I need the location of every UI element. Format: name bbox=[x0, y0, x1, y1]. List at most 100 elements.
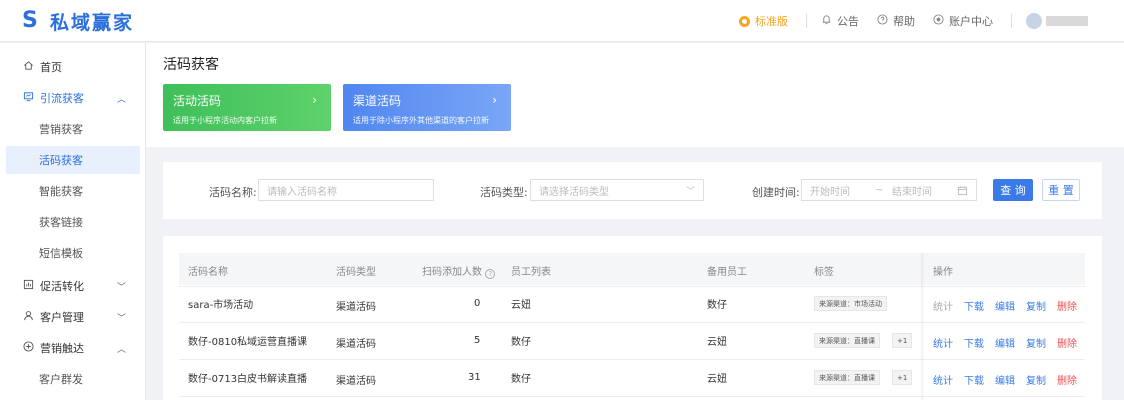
coin-icon bbox=[739, 15, 750, 27]
column-header-scan-count: 扫码添加人数 ? bbox=[422, 263, 496, 279]
fixed-column-shadow bbox=[921, 253, 925, 400]
top-nav: 标准版 公告 帮助 账户中心 bbox=[739, 0, 1124, 42]
copy-link[interactable]: 复制 bbox=[1026, 298, 1046, 313]
sidebar-subitem-sms-template[interactable]: 短信模板 bbox=[6, 239, 140, 267]
download-link[interactable]: 下载 bbox=[964, 372, 984, 387]
bell-icon bbox=[821, 14, 832, 28]
edition-badge[interactable]: 标准版 bbox=[739, 13, 788, 29]
sidebar-item-label: 首页 bbox=[40, 61, 62, 74]
avatar[interactable] bbox=[1026, 13, 1042, 29]
sidebar-item-home[interactable]: 首页 bbox=[0, 54, 146, 80]
delete-link[interactable]: 删除 bbox=[1057, 298, 1077, 313]
sidebar-subitem-smart-acquisition[interactable]: 智能获客 bbox=[6, 177, 140, 205]
type-filter-select[interactable]: 请选择活码类型 ﹀ bbox=[530, 179, 704, 201]
cell-staff: 云妞 bbox=[511, 300, 531, 311]
home-icon bbox=[22, 60, 34, 74]
cell-name: 数仔-0810私域运营直播课 bbox=[188, 337, 308, 348]
chevron-right-icon: › bbox=[492, 93, 497, 107]
app-logo[interactable]: S 私域赢家 bbox=[22, 8, 134, 34]
help-link[interactable]: 帮助 bbox=[877, 13, 915, 29]
delete-link[interactable]: 删除 bbox=[1057, 335, 1077, 350]
copy-link[interactable]: 复制 bbox=[1026, 335, 1046, 350]
row-divider bbox=[179, 359, 1085, 360]
activity-live-code-card[interactable]: 活动活码 适用于小程序活动内客户拉新 › bbox=[163, 84, 331, 131]
logo-text: 私域赢家 bbox=[50, 11, 135, 34]
sidebar-item-lead-acquisition[interactable]: 引流获客 ︿ bbox=[0, 85, 146, 111]
cell-name: 数仔-0713白皮书解读直播 bbox=[188, 374, 308, 385]
sidebar-item-customer-management[interactable]: 客户管理 ﹀ bbox=[0, 304, 146, 330]
cell-count: 0 bbox=[474, 298, 481, 309]
stats-link[interactable]: 统计 bbox=[933, 372, 953, 387]
logo-icon: S bbox=[22, 8, 38, 33]
sidebar-item-label: 营销触达 bbox=[40, 342, 84, 355]
sidebar-subitem-live-code-acquisition[interactable]: 活码获客 bbox=[6, 146, 140, 174]
card-title: 渠道活码 bbox=[353, 94, 402, 108]
range-separator: ~ bbox=[875, 184, 884, 196]
cell-staff: 数仔 bbox=[511, 337, 531, 348]
reset-button[interactable]: 重 置 bbox=[1042, 179, 1080, 201]
cell-count: 5 bbox=[474, 335, 481, 346]
sidebar: 首页 引流获客 ︿ 营销获客 活码获客 智能获客 获客链接 短信模板 促活转化 … bbox=[0, 43, 146, 400]
download-link[interactable]: 下载 bbox=[964, 335, 984, 350]
page-title: 活码获客 bbox=[163, 57, 219, 73]
sidebar-item-label: 引流获客 bbox=[40, 92, 84, 105]
account-center-link[interactable]: 账户中心 bbox=[933, 13, 993, 29]
announcement-link[interactable]: 公告 bbox=[821, 13, 859, 29]
column-header-backup-staff: 备用员工 bbox=[707, 267, 747, 278]
copy-link[interactable]: 复制 bbox=[1026, 372, 1046, 387]
announcement-label: 公告 bbox=[837, 15, 859, 28]
help-label: 帮助 bbox=[893, 15, 915, 28]
user-name-redacted[interactable] bbox=[1046, 16, 1088, 26]
chevron-down-icon: ﹀ bbox=[116, 313, 126, 324]
edit-link[interactable]: 编辑 bbox=[995, 298, 1015, 313]
start-time-placeholder: 开始时间 bbox=[810, 186, 850, 198]
time-filter-label: 创建时间: bbox=[752, 186, 800, 199]
chevron-down-icon: ﹀ bbox=[685, 186, 695, 197]
channel-live-code-card[interactable]: 渠道活码 适用于除小程序外其他渠道的客户拉新 › bbox=[343, 84, 511, 131]
stats-link[interactable]: 统计 bbox=[933, 298, 953, 313]
card-desc: 适用于小程序活动内客户拉新 bbox=[173, 116, 277, 125]
column-header-actions: 操作 bbox=[933, 267, 953, 278]
divider bbox=[1011, 14, 1012, 28]
top-header: S 私域赢家 标准版 公告 帮助 账户中心 bbox=[0, 0, 1124, 42]
tag-badge: 来源渠道：直播课 bbox=[814, 333, 880, 348]
calendar-icon bbox=[957, 185, 968, 199]
tag-more-badge[interactable]: +1 bbox=[892, 370, 913, 385]
name-filter-input[interactable]: 请输入活码名称 bbox=[258, 179, 434, 201]
download-link[interactable]: 下载 bbox=[964, 298, 984, 313]
tag-badge: 来源渠道：市场活动 bbox=[814, 296, 887, 311]
user-icon bbox=[22, 310, 34, 324]
help-icon[interactable]: ? bbox=[485, 269, 496, 279]
edit-link[interactable]: 编辑 bbox=[995, 372, 1015, 387]
stats-link[interactable]: 统计 bbox=[933, 335, 953, 350]
sidebar-item-promotion[interactable]: 促活转化 ﹀ bbox=[0, 273, 146, 299]
tag-more-badge[interactable]: +1 bbox=[892, 333, 913, 348]
sidebar-subitem-acquisition-link[interactable]: 获客链接 bbox=[6, 208, 140, 236]
sidebar-subitem-customer-group[interactable]: 客户群发 bbox=[6, 365, 140, 393]
edit-link[interactable]: 编辑 bbox=[995, 335, 1015, 350]
cell-type: 渠道活码 bbox=[336, 339, 376, 350]
monitor-icon bbox=[22, 91, 34, 105]
edition-label: 标准版 bbox=[755, 15, 788, 28]
cell-staff: 数仔 bbox=[511, 374, 531, 385]
sidebar-item-label: 促活转化 bbox=[40, 280, 84, 293]
column-header-staff: 员工列表 bbox=[511, 267, 551, 278]
row-divider bbox=[179, 322, 1085, 323]
chart-square-icon bbox=[22, 279, 34, 293]
delete-link[interactable]: 删除 bbox=[1057, 372, 1077, 387]
divider bbox=[806, 14, 807, 28]
row-divider bbox=[179, 286, 1085, 287]
column-header-name: 活码名称 bbox=[188, 267, 228, 278]
cell-backup-staff: 云妞 bbox=[707, 374, 727, 385]
help-icon bbox=[877, 14, 888, 28]
chevron-down-icon: ﹀ bbox=[116, 282, 126, 293]
account-icon bbox=[933, 14, 944, 28]
target-icon bbox=[22, 341, 34, 355]
sidebar-subitem-marketing-acquisition[interactable]: 营销获客 bbox=[6, 115, 140, 143]
search-button[interactable]: 查 询 bbox=[993, 179, 1033, 201]
chevron-right-icon: › bbox=[312, 93, 317, 107]
date-range-picker[interactable]: 开始时间 ~ 结束时间 bbox=[801, 179, 977, 201]
sidebar-item-marketing-reach[interactable]: 营销触达 ︿ bbox=[0, 335, 146, 361]
cell-name: sara-市场活动 bbox=[188, 300, 254, 311]
type-filter-label: 活码类型: bbox=[480, 186, 528, 199]
